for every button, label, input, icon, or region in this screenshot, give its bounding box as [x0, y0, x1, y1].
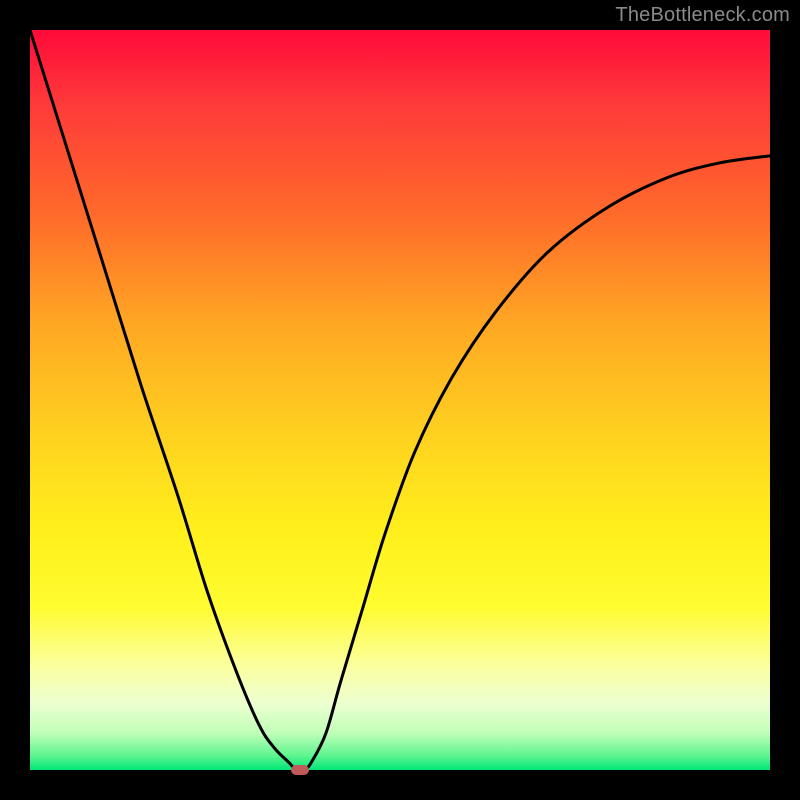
plot-area [30, 30, 770, 770]
attribution-label: TheBottleneck.com [615, 4, 790, 27]
chart-frame: TheBottleneck.com [0, 0, 800, 800]
bottleneck-curve [30, 30, 770, 770]
bottleneck-marker [291, 765, 309, 775]
